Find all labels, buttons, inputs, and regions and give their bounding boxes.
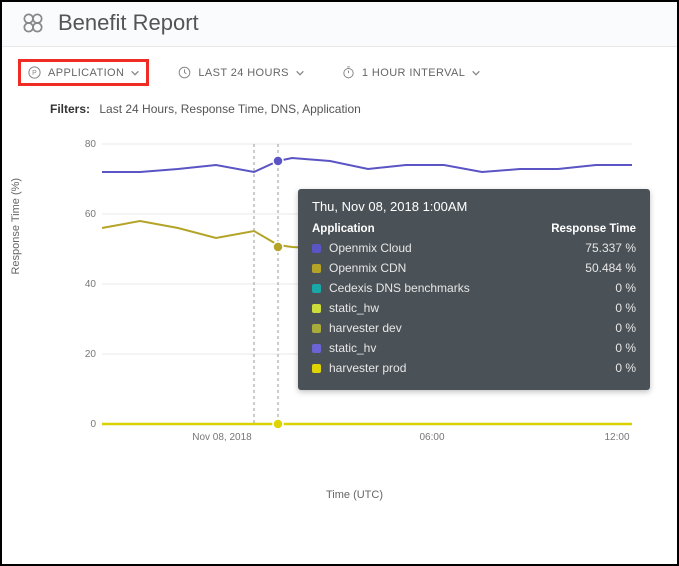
svg-text:0: 0 bbox=[90, 419, 96, 430]
chart-tooltip: Thu, Nov 08, 2018 1:00AM Application Res… bbox=[298, 189, 650, 390]
chevron-down-icon bbox=[130, 68, 140, 78]
timerange-label: LAST 24 HOURS bbox=[198, 67, 289, 79]
report-logo-icon bbox=[20, 10, 46, 36]
interval-dropdown[interactable]: 1 HOUR INTERVAL bbox=[333, 60, 489, 85]
legend-swatch bbox=[312, 284, 321, 293]
filters-summary: Filters: Last 24 Hours, Response Time, D… bbox=[2, 96, 677, 134]
legend-swatch bbox=[312, 264, 321, 273]
svg-text:20: 20 bbox=[85, 349, 97, 360]
marker-openmix-cdn bbox=[273, 242, 283, 252]
tooltip-row: Cedexis DNS benchmarks0 % bbox=[312, 278, 636, 298]
legend-swatch bbox=[312, 244, 321, 253]
legend-swatch bbox=[312, 344, 321, 353]
legend-swatch bbox=[312, 304, 321, 313]
application-dropdown[interactable]: P APPLICATION bbox=[18, 59, 149, 86]
x-axis-label: Time (UTC) bbox=[62, 489, 647, 501]
svg-text:80: 80 bbox=[85, 139, 97, 150]
legend-swatch bbox=[312, 324, 321, 333]
header: Benefit Report bbox=[2, 2, 677, 47]
tooltip-row: static_hw0 % bbox=[312, 298, 636, 318]
series-openmix-cloud bbox=[102, 158, 632, 172]
filters-label: Filters: bbox=[50, 102, 90, 116]
stopwatch-icon bbox=[341, 65, 356, 80]
tooltip-row: harvester prod0 % bbox=[312, 358, 636, 378]
interval-label: 1 HOUR INTERVAL bbox=[362, 67, 465, 79]
controls-bar: P APPLICATION LAST 24 HOURS 1 HOUR INTER… bbox=[2, 47, 677, 96]
y-axis: 0 20 40 60 80 bbox=[85, 139, 97, 430]
svg-text:40: 40 bbox=[85, 279, 97, 290]
filters-values: Last 24 Hours, Response Time, DNS, Appli… bbox=[99, 102, 360, 116]
tooltip-row: Openmix Cloud75.337 % bbox=[312, 238, 636, 258]
tooltip-row: Openmix CDN50.484 % bbox=[312, 258, 636, 278]
tooltip-col-value: Response Time bbox=[523, 220, 636, 238]
chevron-down-icon bbox=[471, 68, 481, 78]
clock-icon bbox=[177, 65, 192, 80]
svg-text:60: 60 bbox=[85, 209, 97, 220]
svg-text:12:00: 12:00 bbox=[604, 432, 629, 443]
svg-text:P: P bbox=[32, 70, 37, 77]
timerange-dropdown[interactable]: LAST 24 HOURS bbox=[169, 60, 313, 85]
svg-text:06:00: 06:00 bbox=[419, 432, 444, 443]
x-axis: Nov 08, 2018 06:00 12:00 bbox=[192, 432, 630, 443]
marker-zero bbox=[273, 419, 283, 429]
y-axis-label: Response Time (%) bbox=[10, 177, 22, 274]
tooltip-timestamp: Thu, Nov 08, 2018 1:00AM bbox=[312, 199, 636, 214]
tooltip-row: harvester dev0 % bbox=[312, 318, 636, 338]
legend-swatch bbox=[312, 364, 321, 373]
tooltip-row: static_hv0 % bbox=[312, 338, 636, 358]
platform-icon: P bbox=[27, 65, 42, 80]
application-label: APPLICATION bbox=[48, 67, 124, 79]
svg-text:Nov 08, 2018: Nov 08, 2018 bbox=[192, 432, 252, 443]
tooltip-col-app: Application bbox=[312, 220, 523, 238]
tooltip-table: Application Response Time Openmix Cloud7… bbox=[312, 220, 636, 378]
chevron-down-icon bbox=[295, 68, 305, 78]
marker-openmix-cloud bbox=[273, 156, 283, 166]
page-title: Benefit Report bbox=[58, 10, 199, 36]
